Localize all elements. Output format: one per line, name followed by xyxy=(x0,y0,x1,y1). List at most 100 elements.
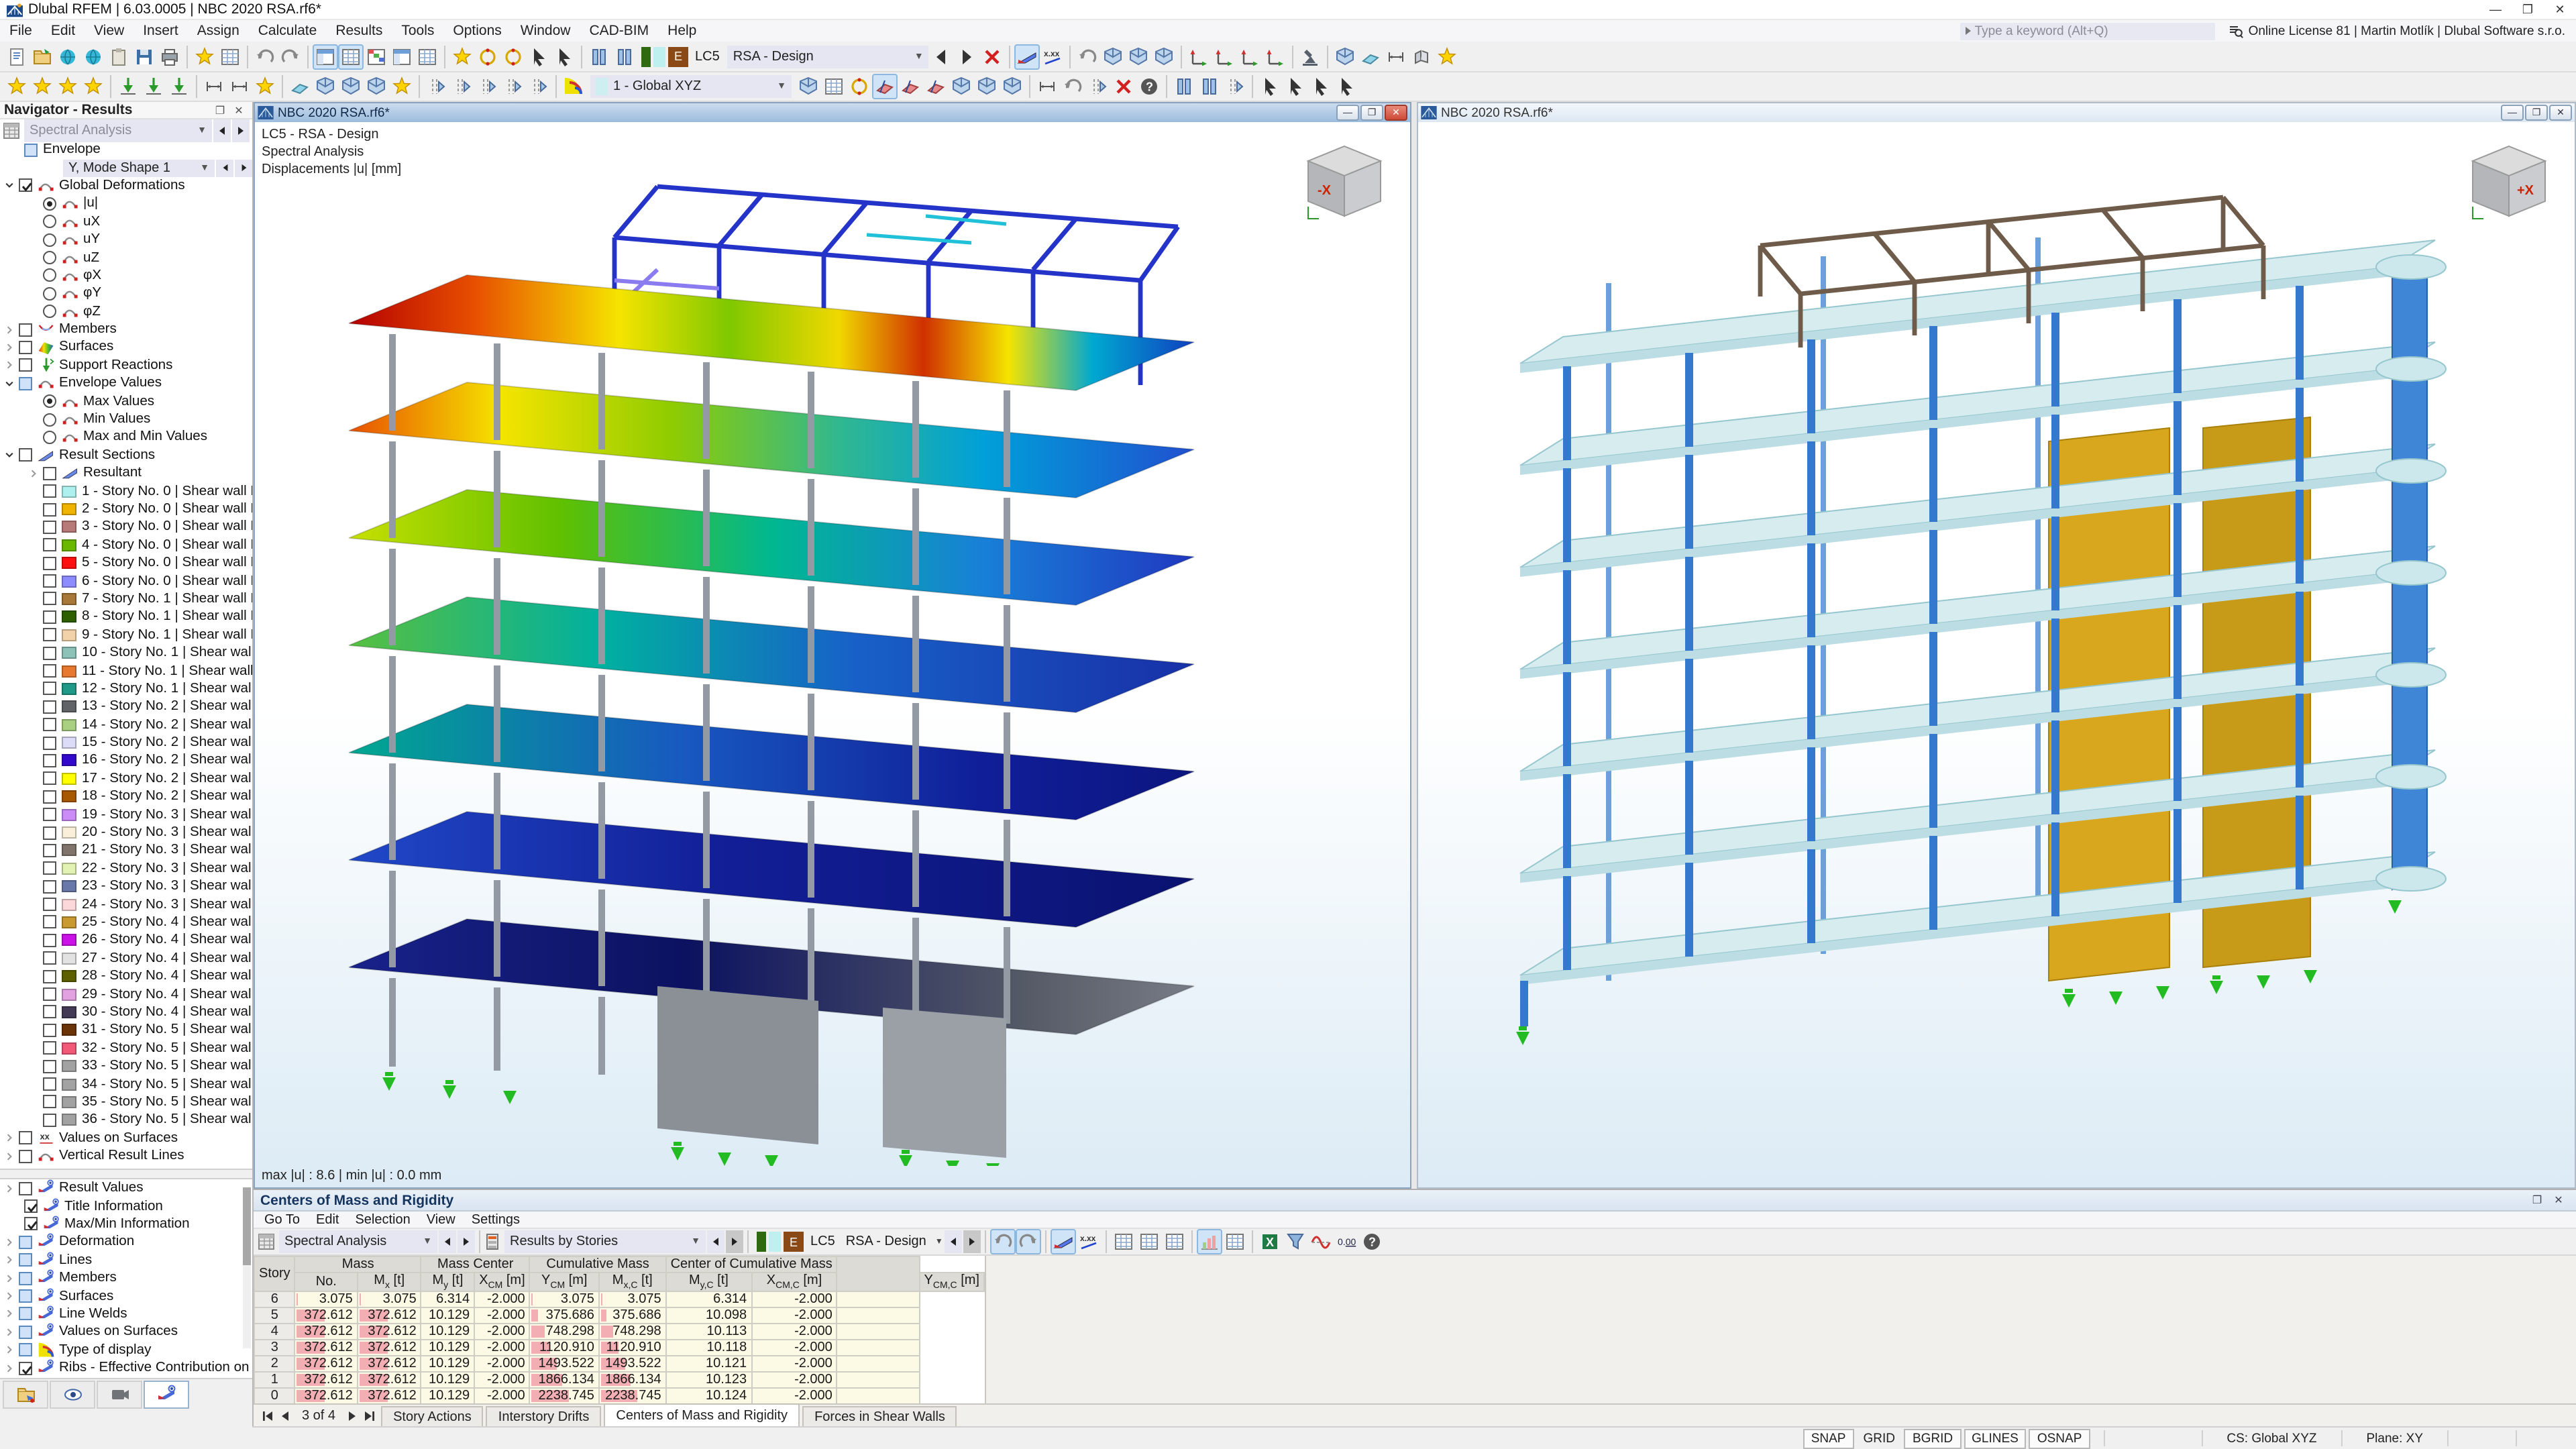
tree-item-title-information[interactable]: Title Information xyxy=(0,1197,252,1216)
subcol-2[interactable]: My [t] xyxy=(420,1272,476,1292)
redo-icon[interactable] xyxy=(278,44,303,69)
cell[interactable]: 10.123 xyxy=(665,1371,753,1389)
pan-view-icon[interactable] xyxy=(974,74,1000,99)
cell[interactable]: 372.612 xyxy=(294,1339,358,1356)
table-row-story-5[interactable]: 5 372.612 372.612 10.129 -2.000 375.686 375.68… xyxy=(253,1307,984,1324)
solid-model-icon[interactable] xyxy=(1101,44,1126,69)
tree-item-21-story-no-3-shear-wall-no-26[interactable]: 21 - Story No. 3 | Shear wall No. 26 xyxy=(0,841,252,859)
viewport-restore-button[interactable]: ❐ xyxy=(2525,105,2548,121)
axis-y-icon[interactable] xyxy=(1212,44,1238,69)
panel-console-icon[interactable] xyxy=(389,44,415,69)
cell[interactable]: 375.686 xyxy=(529,1307,600,1324)
cell[interactable]: 10.124 xyxy=(665,1387,753,1405)
viewport-left-titlebar[interactable]: NBC 2020 RSA.rf6* — ❐ ✕ xyxy=(255,103,1410,122)
centers-of-mass-table[interactable]: Story Mass Mass Center Cumulative Mass Cente… xyxy=(253,1256,985,1405)
table-panel-float-button[interactable]: ❐ xyxy=(2526,1194,2548,1206)
cell[interactable]: 10.129 xyxy=(420,1355,476,1373)
cell[interactable]: 10.129 xyxy=(420,1371,476,1389)
prev-table-button[interactable] xyxy=(276,1407,294,1424)
new-solid-icon[interactable] xyxy=(338,74,364,99)
cell[interactable]: 372.612 xyxy=(294,1307,358,1324)
tree-item-x[interactable]: φX xyxy=(0,266,252,284)
tree-item-9-story-no-1-shear-wall-no-12[interactable]: 9 - Story No. 1 | Shear wall No. 12 xyxy=(0,626,252,644)
navigation-cube[interactable]: +X xyxy=(2467,141,2551,224)
status-toggle-grid[interactable]: GRID xyxy=(1856,1430,1902,1447)
status-toggle-snap[interactable]: SNAP xyxy=(1803,1428,1854,1448)
tree-item-z[interactable]: φZ xyxy=(0,303,252,321)
menu-calculate[interactable]: Calculate xyxy=(249,21,327,40)
tree-item-values-on-surfaces[interactable]: xx Values on Surfaces xyxy=(0,1129,252,1147)
new-opening-icon[interactable] xyxy=(313,74,338,99)
status-toggle-osnap[interactable]: OSNAP xyxy=(2029,1428,2090,1448)
subcol-5[interactable]: Mx,C [t] xyxy=(598,1272,667,1292)
table-tab-centers-of-mass-and-rigidity[interactable]: Centers of Mass and Rigidity xyxy=(604,1403,800,1426)
tree-item-ribs-effective-contribution-on-s[interactable]: Ribs - Effective Contribution on S xyxy=(0,1359,252,1377)
navigator-close-button[interactable]: ✕ xyxy=(229,104,248,116)
axis-x-icon[interactable] xyxy=(1187,44,1212,69)
cell[interactable]: 375.686 xyxy=(598,1307,667,1324)
viewport-splitter[interactable] xyxy=(1411,102,1417,1189)
cell[interactable]: 10.118 xyxy=(665,1339,753,1356)
select-cursor-icon[interactable] xyxy=(526,44,551,69)
cell[interactable]: 2238.745 xyxy=(529,1387,600,1405)
new-polyline-icon[interactable] xyxy=(55,74,80,99)
tree-item-18-story-no-2-shear-wall-no-22[interactable]: 18 - Story No. 2 | Shear wall No. 22 xyxy=(0,788,252,806)
help-icon[interactable]: ? xyxy=(1360,1229,1385,1254)
new-column-icon[interactable] xyxy=(141,74,166,99)
render-model-icon[interactable] xyxy=(1126,44,1152,69)
cell[interactable]: 372.612 xyxy=(294,1355,358,1373)
cell[interactable]: 748.298 xyxy=(529,1323,600,1340)
edit-loads-icon[interactable] xyxy=(526,74,551,99)
tree-item-u[interactable]: |u| xyxy=(0,195,252,213)
tree-item-vertical-result-lines[interactable]: Vertical Result Lines xyxy=(0,1147,252,1165)
dimensions-icon[interactable] xyxy=(1384,44,1409,69)
subcol-7[interactable]: XCM,C [m] xyxy=(751,1272,838,1292)
subcol-3[interactable]: XCM [m] xyxy=(474,1272,531,1292)
table-row-story-3[interactable]: 3 372.612 372.612 10.129 -2.000 1120.910 1120.… xyxy=(253,1339,984,1356)
analysis-combo[interactable]: Spectral Analysis ▼ xyxy=(24,119,212,142)
coordinate-system-combo[interactable]: 1 - Global XYZ ▼ xyxy=(590,75,792,98)
tree-item-34-story-no-5-shear-wall-no-41[interactable]: 34 - Story No. 5 | Shear wall No. 41 xyxy=(0,1075,252,1093)
cell[interactable]: 6.314 xyxy=(420,1291,476,1308)
cell-story-no[interactable]: 5 xyxy=(253,1307,296,1324)
last-table-button[interactable] xyxy=(361,1407,378,1424)
cell[interactable]: -2.000 xyxy=(474,1355,531,1373)
mirror-object-icon[interactable] xyxy=(1085,74,1111,99)
tree-item-result-sections[interactable]: Result Sections xyxy=(0,446,252,464)
new-model-icon[interactable] xyxy=(4,44,30,69)
mode-prev-button[interactable] xyxy=(216,159,233,177)
menu-edit[interactable]: Edit xyxy=(42,21,85,40)
table-tab-interstory-drifts[interactable]: Interstory Drifts xyxy=(486,1406,602,1426)
tree-item-uy[interactable]: uY xyxy=(0,231,252,249)
lc-prev[interactable] xyxy=(945,1230,963,1253)
cell[interactable]: 372.612 xyxy=(356,1307,422,1324)
decimal-xxx-icon[interactable]: x.xx xyxy=(1077,1229,1102,1254)
cell[interactable]: -2.000 xyxy=(474,1371,531,1389)
cell[interactable]: 10.129 xyxy=(420,1307,476,1324)
tree-item-surfaces[interactable]: Surfaces xyxy=(0,339,252,357)
tree-item-29-story-no-4-shear-wall-no-35[interactable]: 29 - Story No. 4 | Shear wall No. 35 xyxy=(0,985,252,1004)
maximize-button[interactable]: ❐ xyxy=(2512,0,2544,19)
show-results-icon[interactable] xyxy=(1014,44,1040,69)
menu-insert[interactable]: Insert xyxy=(133,21,188,40)
cell[interactable]: 1866.134 xyxy=(598,1371,667,1389)
table-menu-edit[interactable]: Edit xyxy=(308,1212,347,1227)
table-menu-go-to[interactable]: Go To xyxy=(256,1212,308,1227)
snap-center-icon[interactable] xyxy=(847,74,872,99)
menu-results[interactable]: Results xyxy=(326,21,392,40)
menu-options[interactable]: Options xyxy=(443,21,511,40)
edit-lines-icon[interactable] xyxy=(424,74,449,99)
cell[interactable]: 10.129 xyxy=(420,1323,476,1340)
tree-item-ux[interactable]: uX xyxy=(0,213,252,231)
plain-table-icon[interactable] xyxy=(1223,1229,1248,1254)
connect-lines-icon[interactable] xyxy=(1222,74,1248,99)
navigator-tab-display[interactable] xyxy=(50,1381,95,1409)
tree-item-23-story-no-3-shear-wall-no-28[interactable]: 23 - Story No. 3 | Shear wall No. 28 xyxy=(0,877,252,896)
cell[interactable]: 6.314 xyxy=(665,1291,753,1308)
panel-tables-icon[interactable] xyxy=(338,44,364,69)
table-view-3-icon[interactable] xyxy=(1163,1229,1188,1254)
viewport-left-canvas[interactable]: LC5 - RSA - Design Spectral Analysis Dis… xyxy=(255,122,1410,1187)
tree-item-5-story-no-0-shear-wall-no-7[interactable]: 5 - Story No. 0 | Shear wall No. 7 xyxy=(0,554,252,572)
tree-item-27-story-no-4-shear-wall-no-33[interactable]: 27 - Story No. 4 | Shear wall No. 33 xyxy=(0,949,252,967)
cell[interactable]: 372.612 xyxy=(294,1371,358,1389)
